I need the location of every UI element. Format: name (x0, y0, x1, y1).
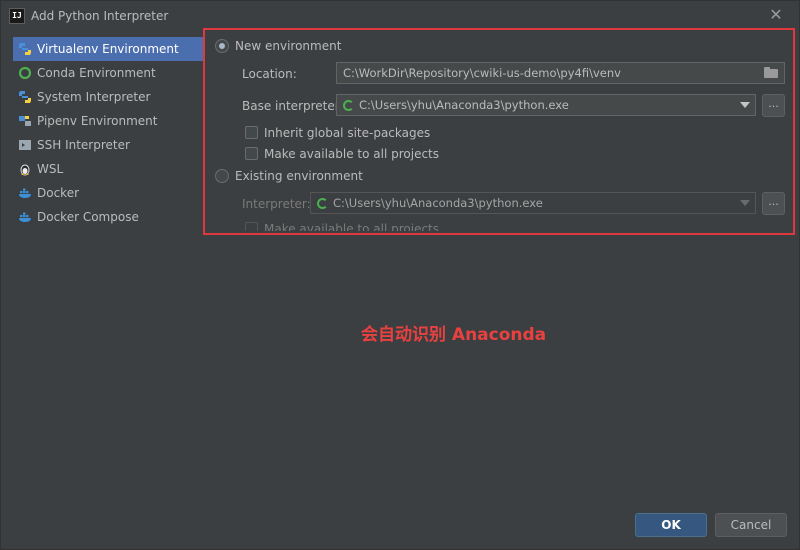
make-available-checkbox[interactable] (245, 147, 258, 160)
conda-spinner-icon (317, 198, 328, 209)
sidebar-item-conda[interactable]: Conda Environment (13, 61, 205, 85)
sidebar-item-label: Conda Environment (37, 66, 156, 80)
sidebar-item-label: Pipenv Environment (37, 114, 158, 128)
ok-button[interactable]: OK (635, 513, 707, 537)
inherit-site-packages-label: Inherit global site-packages (264, 126, 431, 140)
close-icon[interactable]: ✕ (767, 6, 785, 24)
existing-environment-radio[interactable] (215, 169, 229, 183)
chevron-down-icon (740, 200, 750, 206)
sidebar-item-pipenv[interactable]: Pipenv Environment (13, 109, 205, 133)
existing-interpreter-value: C:\Users\yhu\Anaconda3\python.exe (333, 196, 543, 210)
make-available-label: Make available to all projects (264, 147, 440, 161)
existing-make-available-label: Make available to all projects (264, 222, 440, 231)
sidebar-item-virtualenv[interactable]: Virtualenv Environment (13, 37, 205, 61)
linux-icon (18, 162, 32, 176)
existing-interpreter-select[interactable]: C:\Users\yhu\Anaconda3\python.exe (310, 192, 756, 214)
existing-interpreter-label: Interpreter: (242, 197, 311, 211)
location-field[interactable]: C:\WorkDir\Repository\cwiki-us-demo\py4f… (336, 62, 785, 84)
docker-icon (18, 186, 32, 200)
new-environment-radio[interactable] (215, 39, 229, 53)
sidebar-item-label: Docker (37, 186, 80, 200)
cancel-button[interactable]: Cancel (715, 513, 787, 537)
sidebar-item-label: SSH Interpreter (37, 138, 130, 152)
virtualenv-icon (18, 42, 32, 56)
chevron-down-icon (740, 102, 750, 108)
location-label: Location: (242, 67, 297, 81)
base-interpreter-select[interactable]: C:\Users\yhu\Anaconda3\python.exe (336, 94, 756, 116)
folder-icon[interactable] (764, 67, 778, 78)
clipped-row: Make available to all projects (241, 219, 561, 231)
location-value: C:\WorkDir\Repository\cwiki-us-demo\py4f… (343, 66, 621, 80)
existing-make-available-checkbox[interactable] (245, 222, 258, 231)
sidebar-item-docker-compose[interactable]: Docker Compose (13, 205, 205, 229)
existing-interpreter-browse-button[interactable]: ... (762, 192, 785, 215)
ssh-icon (18, 138, 32, 152)
sidebar-item-label: WSL (37, 162, 64, 176)
dialog-title: Add Python Interpreter (31, 9, 169, 23)
new-environment-label: New environment (235, 39, 342, 53)
sidebar-item-system[interactable]: System Interpreter (13, 85, 205, 109)
conda-icon (18, 66, 32, 80)
sidebar-item-wsl[interactable]: WSL (13, 157, 205, 181)
add-python-interpreter-dialog: IJ Add Python Interpreter ✕ Virtualenv E… (0, 0, 800, 550)
annotation-text: 会自动识别 Anaconda (361, 325, 547, 345)
pipenv-icon (18, 114, 32, 128)
inherit-site-packages-checkbox[interactable] (245, 126, 258, 139)
title-bar: IJ Add Python Interpreter ✕ (1, 1, 799, 31)
sidebar-item-docker[interactable]: Docker (13, 181, 205, 205)
base-interpreter-value: C:\Users\yhu\Anaconda3\python.exe (359, 98, 569, 112)
intellij-app-icon: IJ (9, 8, 25, 24)
python-icon (18, 90, 32, 104)
interpreter-type-list: Virtualenv Environment Conda Environment… (13, 37, 205, 229)
conda-spinner-icon (343, 100, 354, 111)
base-interpreter-label: Base interpreter: (242, 99, 344, 113)
docker-compose-icon (18, 210, 32, 224)
sidebar-item-label: System Interpreter (37, 90, 151, 104)
base-interpreter-browse-button[interactable]: ... (762, 94, 785, 117)
sidebar-item-ssh[interactable]: SSH Interpreter (13, 133, 205, 157)
sidebar-item-label: Virtualenv Environment (37, 42, 179, 56)
existing-environment-label: Existing environment (235, 169, 363, 183)
sidebar-item-label: Docker Compose (37, 210, 139, 224)
